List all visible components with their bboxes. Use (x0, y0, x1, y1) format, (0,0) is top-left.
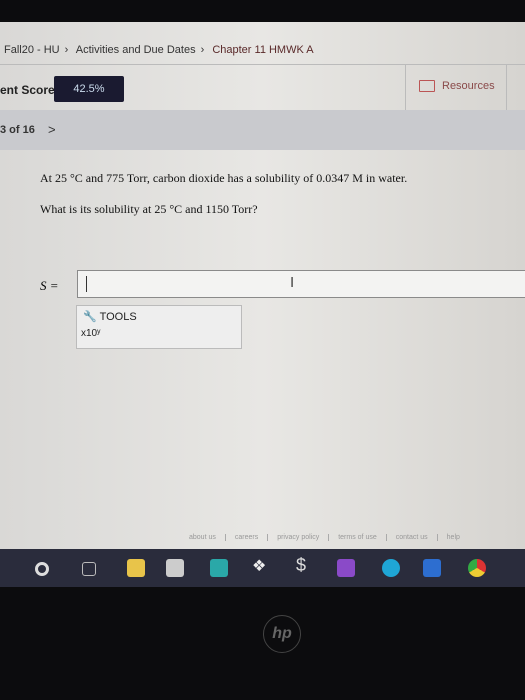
footer-privacy[interactable]: privacy policy (268, 534, 330, 541)
score-bar: ent Score: 42.5% Resources (0, 64, 525, 112)
chrome-icon[interactable] (468, 559, 486, 577)
question-nav: 3 of 16 > (0, 110, 525, 150)
footer-about[interactable]: about us (180, 534, 226, 541)
tools-label: TOOLS (99, 311, 137, 323)
question-text-1: At 25 °C and 775 Torr, carbon dioxide ha… (40, 171, 408, 185)
text-caret (86, 276, 87, 292)
footer-careers[interactable]: careers (225, 534, 269, 541)
question-position: 3 of 16 (0, 124, 35, 136)
score-label: ent Score: (0, 83, 59, 97)
resources-label: Resources (442, 80, 495, 92)
footer-help[interactable]: help (438, 534, 469, 541)
screen: Fall20 - HU › Activities and Due Dates › C… (0, 22, 525, 587)
file-explorer-icon[interactable] (127, 559, 145, 577)
hp-logo: hp (263, 615, 301, 653)
ibeam-cursor-icon: I (290, 274, 295, 291)
resources-button[interactable]: Resources (405, 65, 507, 111)
stripe-icon[interactable]: $ (296, 555, 314, 575)
footer-terms[interactable]: terms of use (329, 534, 387, 541)
breadcrumb-activities[interactable]: Activities and Due Dates (76, 44, 196, 56)
answer-input[interactable]: I (77, 270, 525, 298)
score-value: 42.5% (54, 76, 124, 102)
onenote-icon[interactable] (337, 559, 355, 577)
breadcrumb-current: Chapter 11 HMWK A (212, 44, 314, 56)
dropbox-icon[interactable]: ❖ (252, 556, 270, 575)
folder-icon (419, 80, 435, 92)
scientific-notation-button[interactable]: x10ʸ (81, 328, 100, 339)
breadcrumb: Fall20 - HU › Activities and Due Dates › C… (4, 44, 314, 56)
breadcrumb-course[interactable]: Fall20 - HU (4, 44, 60, 56)
start-icon[interactable] (35, 562, 49, 576)
mail-icon[interactable] (210, 559, 228, 577)
store-icon[interactable] (166, 559, 184, 577)
footer-contact[interactable]: contact us (386, 534, 438, 541)
edge-icon[interactable] (382, 559, 400, 577)
task-view-icon[interactable] (82, 562, 96, 576)
taskbar: ❖ $ (0, 549, 525, 587)
footer-links: about us careers privacy policy terms of us… (180, 534, 469, 541)
question-text-2: What is its solubility at 25 °C and 1150… (40, 202, 258, 216)
tools-button[interactable]: 🔧 TOOLS (83, 310, 137, 323)
tools-panel: 🔧 TOOLS x10ʸ (76, 305, 242, 349)
answer-label: S = (40, 278, 59, 293)
next-question-button[interactable]: > (48, 122, 56, 137)
word-icon[interactable] (423, 559, 441, 577)
